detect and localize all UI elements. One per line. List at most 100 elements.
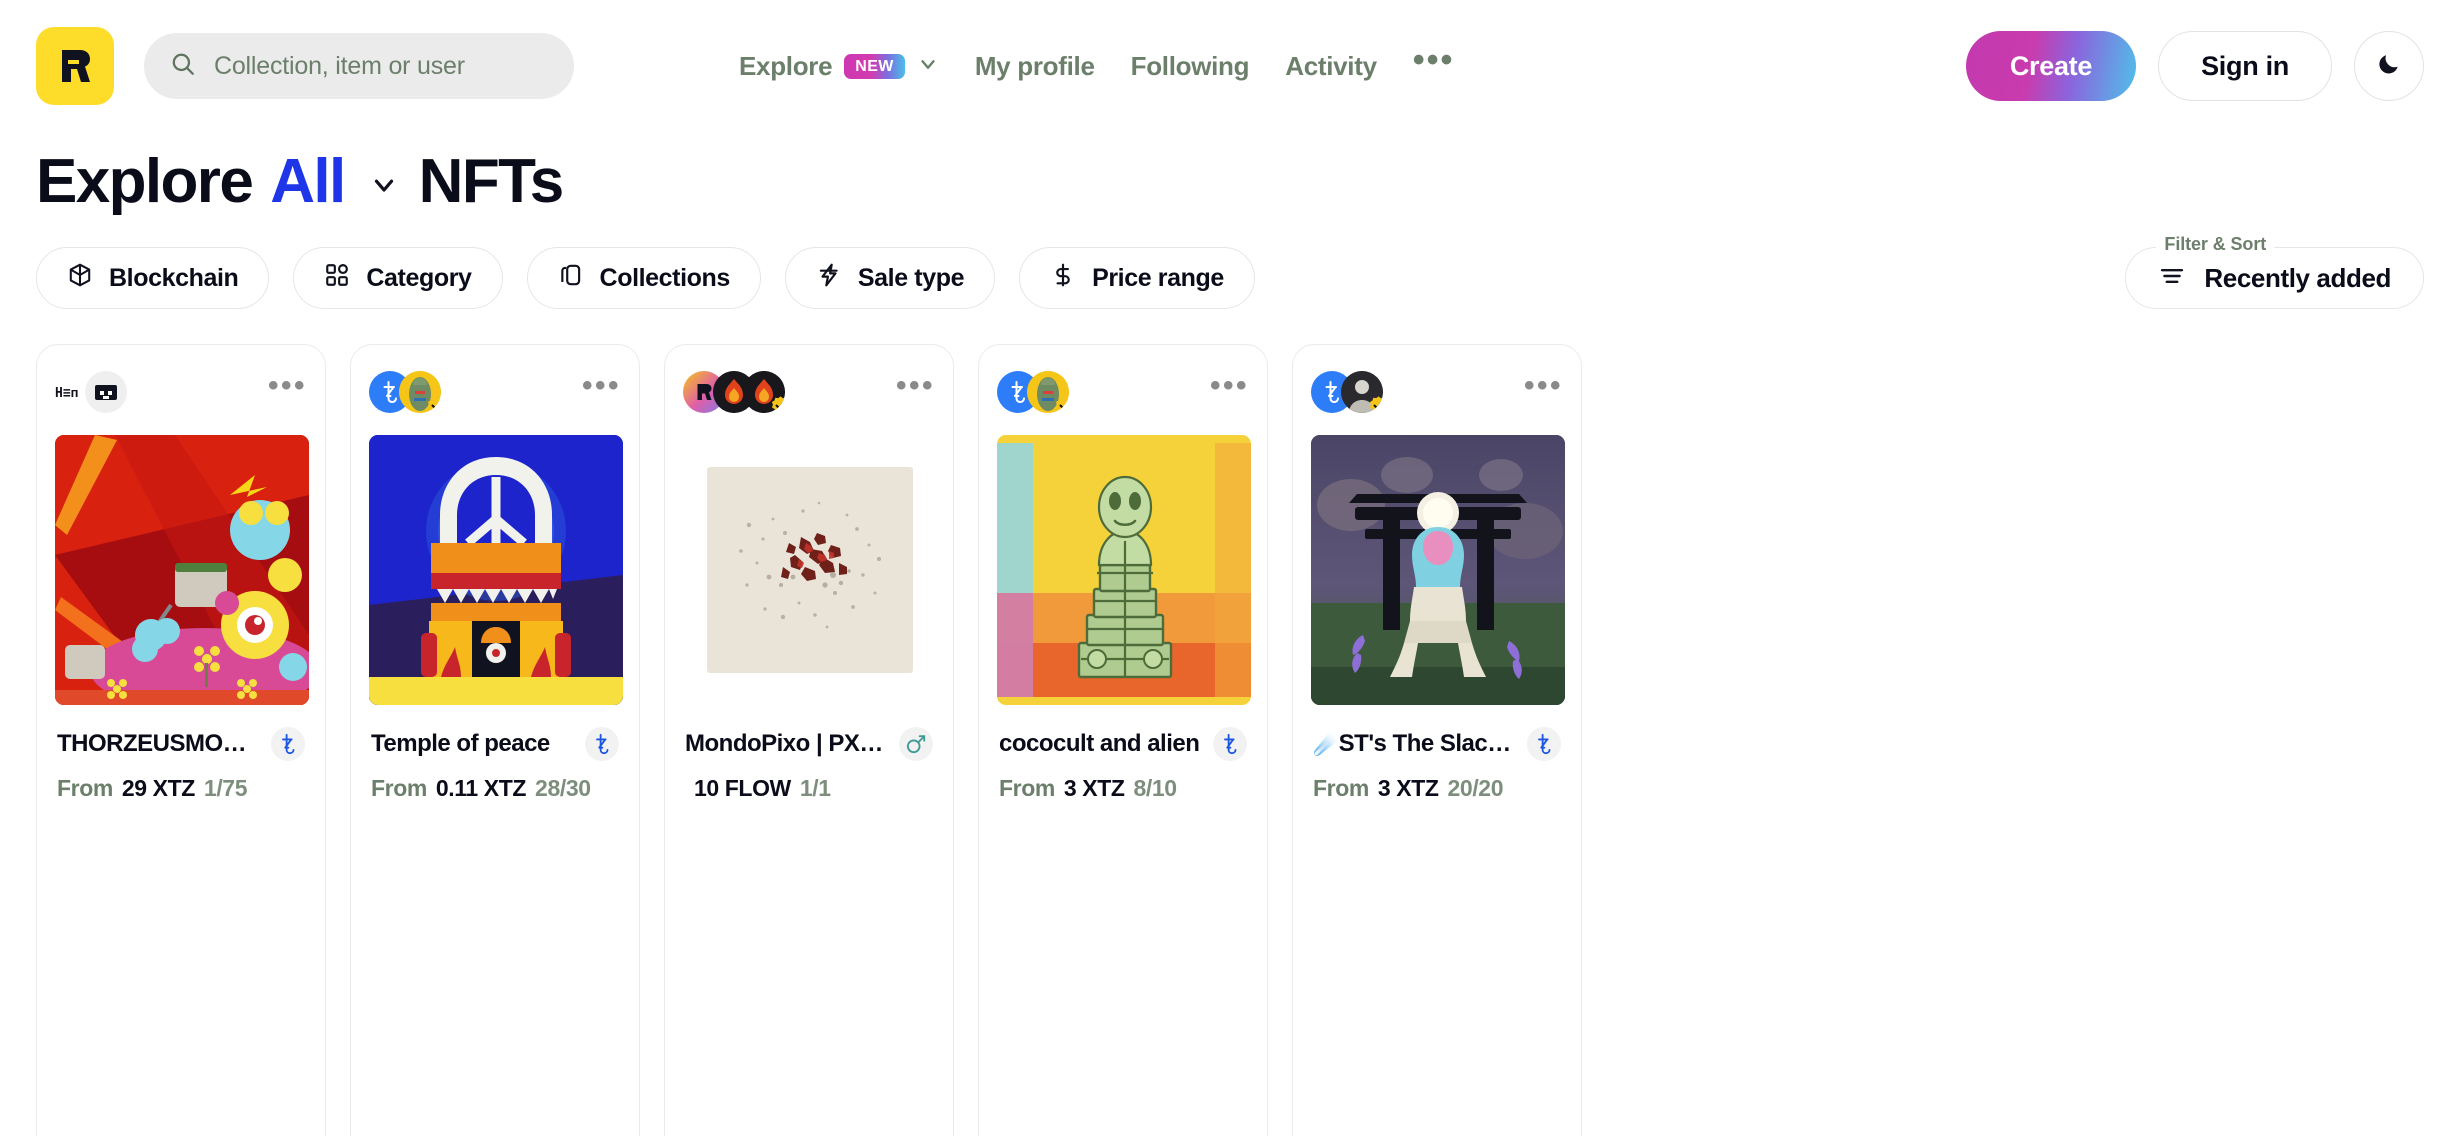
filter-pill-price-range[interactable]: Price range: [1019, 247, 1255, 309]
sort-value: Recently added: [2204, 262, 2391, 293]
search-input[interactable]: Collection, item or user: [144, 33, 574, 99]
filter-pill-sale-type[interactable]: Sale type: [784, 247, 996, 309]
nft-artwork[interactable]: [997, 435, 1251, 705]
nav-item-following[interactable]: Following: [1131, 51, 1250, 82]
price-value: 10 FLOW: [694, 775, 791, 801]
nav-item-my-profile[interactable]: My profile: [975, 51, 1095, 82]
card-title-row: MondoPixo | PXFX-4 | ...: [685, 727, 933, 761]
card-meta: cococult and alien From 3 XTZ 8/10: [997, 705, 1249, 802]
theme-toggle-button[interactable]: [2354, 31, 2424, 101]
avatar[interactable]: [1341, 371, 1383, 413]
avatar[interactable]: [85, 371, 127, 413]
filter-pill-label: Category: [366, 263, 472, 292]
nav-item-activity[interactable]: Activity: [1285, 51, 1377, 82]
ellipsis-horizontal-icon[interactable]: •••: [1413, 43, 1455, 78]
nft-card[interactable]: •••: [1292, 344, 1582, 1136]
card-title[interactable]: MondoPixo | PXFX-4 | ...: [685, 730, 889, 758]
card-price: From 3 XTZ 8/10: [999, 775, 1247, 802]
filter-pill-label: Blockchain: [109, 263, 239, 292]
grid-squares-icon: [324, 262, 350, 295]
avatar-group[interactable]: [1311, 371, 1383, 413]
avatar-group[interactable]: [683, 371, 785, 413]
tezos-icon: [271, 727, 305, 761]
nav-item-explore[interactable]: Explore NEW: [739, 51, 939, 82]
tezos-icon: [585, 727, 619, 761]
card-header: •••: [369, 363, 621, 421]
chevron-down-icon: [917, 51, 939, 82]
card-menu-button[interactable]: •••: [896, 371, 935, 404]
verified-badge-icon: [770, 395, 785, 413]
page-title-selector[interactable]: All: [270, 146, 346, 217]
page-title-suffix: NFTs: [418, 147, 565, 216]
price-from-label: From: [999, 775, 1055, 801]
card-header: •••: [1311, 363, 1563, 421]
avatar[interactable]: [1027, 371, 1069, 413]
filter-pill-collections[interactable]: Collections: [526, 247, 761, 309]
avatar[interactable]: [743, 371, 785, 413]
avatar[interactable]: [399, 371, 441, 413]
nft-artwork[interactable]: [369, 435, 623, 705]
card-title[interactable]: ☄️ST's The Slacker 🌃: [1313, 730, 1517, 758]
nft-artwork[interactable]: [683, 435, 937, 705]
moon-icon: [2376, 51, 2402, 82]
nft-card[interactable]: •••: [350, 344, 640, 1136]
avatar-group[interactable]: [369, 371, 441, 413]
site-header: Collection, item or user Explore NEW My …: [0, 0, 2460, 132]
avatar-group[interactable]: H≡ᴨ: [55, 371, 127, 413]
verified-badge-icon: [1368, 395, 1383, 413]
search-icon: [170, 51, 196, 82]
price-value: 29 XTZ: [121, 775, 195, 801]
nft-card[interactable]: H≡ᴨ ••• THORZEUSMONK From 29 XTZ 1/75: [36, 344, 326, 1136]
artwork-inner: [683, 435, 937, 705]
nav-label-explore: Explore: [739, 50, 833, 81]
price-value: 3 XTZ: [1377, 775, 1439, 801]
card-menu-button[interactable]: •••: [1524, 371, 1563, 404]
create-button[interactable]: Create: [1965, 31, 2137, 101]
nav-label-my-profile: My profile: [974, 50, 1095, 81]
sign-in-button[interactable]: Sign in: [2158, 31, 2332, 101]
comet-emoji: ☄️: [1313, 733, 1339, 756]
card-header: •••: [997, 363, 1249, 421]
price-from-label: From: [57, 775, 113, 801]
filter-pill-label: Price range: [1092, 263, 1224, 292]
card-title-row: cococult and alien: [999, 727, 1247, 761]
card-title-row: ☄️ST's The Slacker 🌃: [1313, 727, 1561, 761]
new-badge: NEW: [844, 53, 905, 79]
price-from-label: From: [371, 775, 427, 801]
rarible-logo-button[interactable]: [36, 27, 114, 105]
filter-and-sort-button[interactable]: Filter & Sort Recently added: [2125, 234, 2424, 309]
verified-badge-icon: [426, 395, 441, 413]
card-title[interactable]: cococult and alien: [999, 730, 1203, 758]
card-menu-button[interactable]: •••: [1210, 371, 1249, 404]
card-price: 10 FLOW 1/1: [685, 775, 933, 802]
card-title-row: Temple of peace: [371, 727, 619, 761]
page-title: Explore All NFTs: [0, 132, 2460, 217]
tezos-icon: [1527, 727, 1561, 761]
nft-artwork[interactable]: [55, 435, 309, 705]
card-meta: Temple of peace From 0.11 XTZ 28/30: [369, 705, 621, 802]
header-actions: Create Sign in: [1965, 31, 2424, 101]
cube-icon: [67, 262, 93, 295]
edition-count: 28/30: [535, 775, 591, 801]
card-meta: MondoPixo | PXFX-4 | ... 10 FLOW 1/1: [683, 705, 935, 802]
chevron-down-icon[interactable]: [369, 170, 399, 200]
page-title-prefix: Explore: [36, 147, 254, 216]
card-price: From 3 XTZ 20/20: [1313, 775, 1561, 802]
card-menu-button[interactable]: •••: [268, 371, 307, 404]
dollar-sign-icon: [1050, 262, 1076, 295]
card-menu-button[interactable]: •••: [582, 371, 621, 404]
nft-card[interactable]: •••: [664, 344, 954, 1136]
filter-pill-category[interactable]: Category: [293, 247, 503, 309]
card-title[interactable]: THORZEUSMONKEY: [57, 730, 261, 758]
nft-artwork[interactable]: [1311, 435, 1565, 705]
card-title-row: THORZEUSMONKEY: [57, 727, 305, 761]
avatar-group[interactable]: [997, 371, 1069, 413]
nft-card-grid: H≡ᴨ ••• THORZEUSMONK From 29 XTZ 1/75 ••…: [0, 309, 2460, 1136]
nft-card[interactable]: •••: [978, 344, 1268, 1136]
card-title-text: ST's The Slacker: [1338, 730, 1517, 757]
lightning-bolt-icon: [816, 262, 842, 295]
card-meta: THORZEUSMONKEY From 29 XTZ 1/75: [55, 705, 307, 802]
card-header: H≡ᴨ •••: [55, 363, 307, 421]
card-title[interactable]: Temple of peace: [371, 730, 575, 758]
filter-pill-blockchain[interactable]: Blockchain: [36, 247, 270, 309]
